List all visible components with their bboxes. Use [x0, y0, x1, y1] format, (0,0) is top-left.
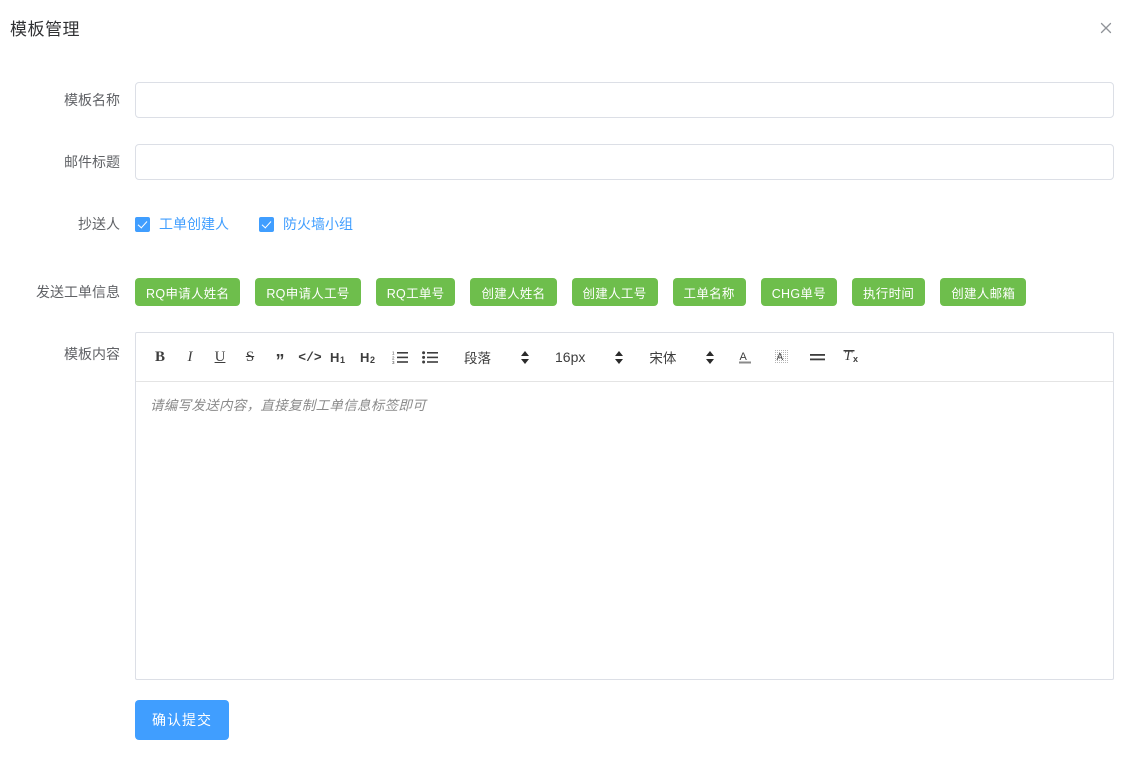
editor-content-area[interactable]: 请编写发送内容，直接复制工单信息标签即可 — [136, 382, 1113, 679]
cc-checkbox-item[interactable]: 工单创建人 — [135, 214, 229, 234]
label-template-content: 模板内容 — [64, 346, 120, 362]
svg-text:2: 2 — [370, 355, 375, 365]
template-management-dialog: 模板管理 模板名称 邮件标题 抄送人 工单创建人 防火墙小组 发送工单信息 RQ申… — [0, 0, 1134, 767]
ticket-info-tag-button[interactable]: 创建人姓名 — [470, 278, 557, 306]
font-family-value: 宋体 — [649, 351, 677, 366]
highlight-color-icon[interactable]: A — [768, 340, 796, 374]
svg-text:3: 3 — [392, 360, 395, 364]
align-icon[interactable] — [804, 340, 832, 374]
ordered-list-icon[interactable]: 1 2 3 — [386, 340, 414, 374]
ticket-info-tag-button[interactable]: 创建人工号 — [571, 278, 658, 306]
editor-toolbar: B I U S ” </> H 1 H 2 1 2 3 段落 16px 宋体 A… — [136, 333, 1113, 382]
ticket-info-tag-button[interactable]: 创建人邮箱 — [940, 278, 1027, 306]
field-wrap-cc: 工单创建人 防火墙小组 — [135, 206, 1114, 242]
svg-text:H: H — [330, 350, 339, 365]
text-color-icon[interactable]: A — [732, 340, 760, 374]
checkbox-checked-icon[interactable] — [259, 216, 274, 232]
chevron-updown-icon — [706, 350, 715, 364]
blockquote-icon[interactable]: ” — [266, 340, 294, 374]
page-title: 模板管理 — [10, 20, 80, 39]
label-mail-subject: 邮件标题 — [64, 154, 120, 170]
clear-format-icon[interactable]: T x — [840, 340, 868, 374]
label-cc: 抄送人 — [78, 216, 120, 232]
cc-checkbox-group: 工单创建人 防火墙小组 — [135, 206, 1114, 242]
submit-button[interactable]: 确认提交 — [135, 700, 229, 740]
paragraph-style-select[interactable]: 段落 — [464, 340, 529, 374]
label-template-name: 模板名称 — [64, 92, 120, 108]
bold-icon[interactable]: B — [146, 340, 174, 374]
ticket-info-tag-button[interactable]: 执行时间 — [852, 278, 926, 306]
heading-2-icon[interactable]: H 2 — [356, 340, 384, 374]
field-wrap-ticket-info: RQ申请人姓名 RQ申请人工号 RQ工单号 创建人姓名 创建人工号 工单名称 CHG单号 执行… — [135, 278, 1114, 306]
label-ticket-info: 发送工单信息 — [36, 284, 120, 300]
checkbox-checked-icon[interactable] — [135, 216, 150, 232]
code-icon[interactable]: </> — [296, 340, 324, 374]
font-size-value: 16px — [555, 349, 586, 365]
cc-checkbox-label: 防火墙小组 — [283, 216, 353, 232]
svg-text:H: H — [360, 350, 369, 365]
ticket-info-tag-group: RQ申请人姓名 RQ申请人工号 RQ工单号 创建人姓名 创建人工号 工单名称 CHG单号 执行… — [135, 278, 1114, 306]
svg-text:1: 1 — [340, 355, 345, 365]
unordered-list-icon[interactable] — [416, 340, 444, 374]
svg-text:A: A — [777, 352, 784, 363]
ticket-info-tag-button[interactable]: RQ申请人工号 — [255, 278, 361, 306]
rich-text-editor: B I U S ” </> H 1 H 2 1 2 3 段落 16px 宋体 A… — [135, 332, 1114, 680]
chevron-updown-icon — [521, 350, 529, 364]
chevron-updown-icon — [615, 350, 624, 364]
font-size-select[interactable]: 16px — [555, 340, 624, 374]
underline-icon[interactable]: U — [206, 340, 234, 374]
strikethrough-icon[interactable]: S — [236, 340, 264, 374]
cc-checkbox-label: 工单创建人 — [159, 216, 229, 232]
field-wrap-template-name — [135, 82, 1114, 118]
editor-placeholder: 请编写发送内容，直接复制工单信息标签即可 — [150, 398, 426, 413]
paragraph-style-value: 段落 — [464, 351, 491, 366]
cc-checkbox-item[interactable]: 防火墙小组 — [259, 214, 353, 234]
ticket-info-tag-button[interactable]: 工单名称 — [672, 278, 746, 306]
template-name-input[interactable] — [135, 82, 1114, 118]
italic-icon[interactable]: I — [176, 340, 204, 374]
dialog-header: 模板管理 — [0, 0, 1134, 56]
ticket-info-tag-button[interactable]: CHG单号 — [760, 278, 837, 306]
heading-1-icon[interactable]: H 1 — [326, 340, 354, 374]
svg-text:A: A — [740, 351, 748, 363]
font-family-select[interactable]: 宋体 — [649, 340, 715, 374]
close-icon[interactable] — [1096, 18, 1116, 38]
field-wrap-mail-subject — [135, 144, 1114, 180]
svg-text:x: x — [853, 354, 858, 364]
ticket-info-tag-button[interactable]: RQ工单号 — [375, 278, 456, 306]
ticket-info-tag-button[interactable]: RQ申请人姓名 — [135, 278, 241, 306]
mail-subject-input[interactable] — [135, 144, 1114, 180]
